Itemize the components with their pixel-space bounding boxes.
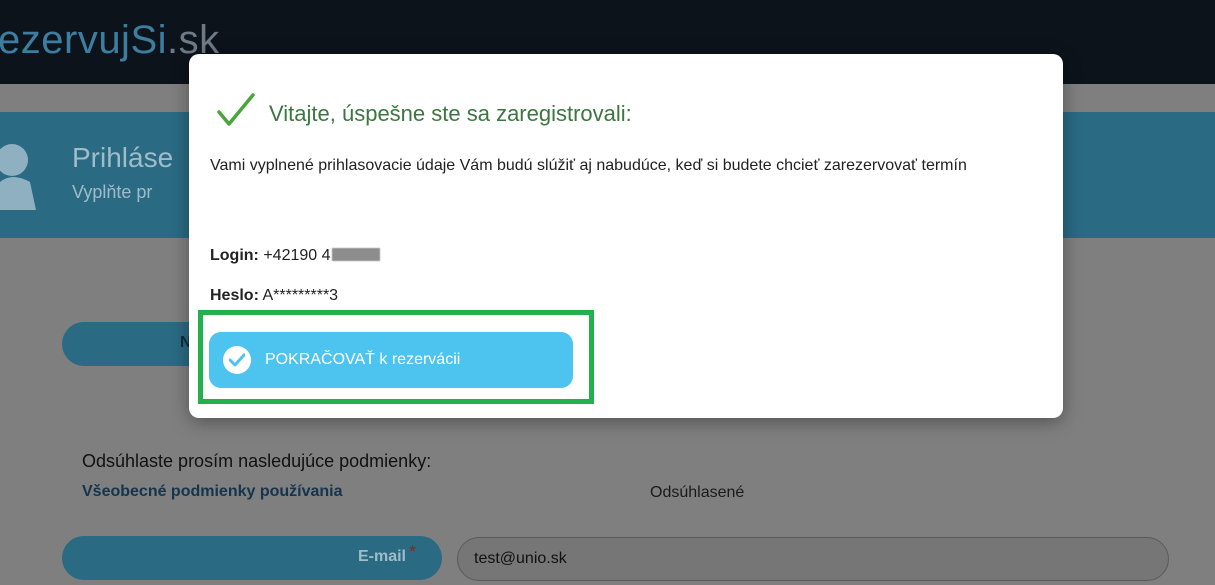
brand-logo[interactable]: ezervujSi.sk <box>0 18 220 63</box>
redaction-blur <box>331 248 380 261</box>
page-title: Prihláse <box>72 142 174 173</box>
modal-title: Vitajte, úspešne ste sa zaregistrovali: <box>269 101 632 126</box>
continue-button-label: POKRAČOVAŤ k rezervácii <box>265 351 461 368</box>
email-field[interactable]: test@unio.sk <box>457 537 1169 581</box>
terms-status: Odsúhlasené <box>650 484 745 501</box>
modal-message: Vami vyplnené prihlasovacie údaje Vám bu… <box>210 157 967 174</box>
login-label: Login: <box>210 247 259 264</box>
password-row: Heslo: A*********3 <box>210 287 338 305</box>
registration-success-modal: Vitajte, úspešne ste sa zaregistrovali: … <box>189 54 1063 418</box>
email-label: E-mail <box>357 548 406 565</box>
page-subtitle: Vyplňte pr <box>72 182 153 202</box>
password-label: Heslo: <box>210 287 259 304</box>
terms-link[interactable]: Všeobecné podmienky používania <box>82 483 343 501</box>
check-circle-icon <box>223 346 251 374</box>
login-row: Login: +42190 4 <box>210 247 380 265</box>
continue-to-reservation-button[interactable]: POKRAČOVAŤ k rezervácii <box>209 332 573 388</box>
brand-name: ezervujSi <box>0 18 168 62</box>
required-mark: * <box>408 542 416 562</box>
login-value: +42190 4 <box>263 247 331 264</box>
check-mark-icon <box>217 93 255 126</box>
email-label-pill: E-mail * <box>62 536 442 580</box>
user-icon <box>0 144 36 210</box>
password-value: A*********3 <box>262 287 339 304</box>
terms-prompt: Odsúhlaste prosím nasledujúce podmienky: <box>82 451 432 471</box>
